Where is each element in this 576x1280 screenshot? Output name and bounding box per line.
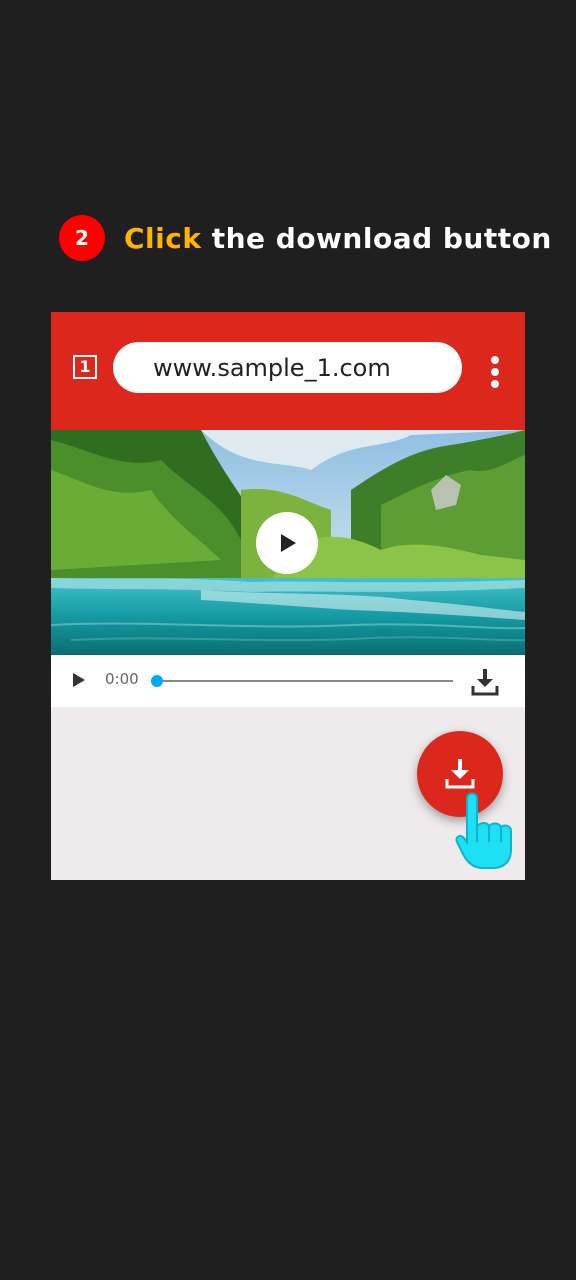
more-vert-icon[interactable] — [487, 356, 503, 388]
tabs-icon[interactable]: 1 — [73, 355, 97, 379]
video-play-button[interactable] — [256, 512, 318, 574]
current-time: 0:00 — [105, 670, 139, 688]
download-icon[interactable] — [471, 667, 499, 697]
progress-knob[interactable] — [151, 675, 163, 687]
video-frame[interactable] — [51, 430, 525, 655]
progress-track[interactable] — [156, 680, 453, 682]
tab-count: 1 — [79, 357, 91, 376]
step-instruction: 2 Click the download button — [59, 214, 552, 262]
step-highlight: Click — [124, 221, 202, 255]
pointing-hand-icon — [455, 792, 512, 869]
download-icon — [445, 759, 475, 789]
step-number-badge: 2 — [59, 215, 105, 261]
browser-toolbar: 1 www.sample_1.com — [51, 312, 525, 430]
address-bar[interactable]: www.sample_1.com — [113, 342, 462, 393]
step-rest: the download button — [201, 221, 552, 255]
step-text: Click the download button — [124, 222, 552, 255]
video-controls: 0:00 — [51, 655, 525, 707]
phone-mockup: 1 www.sample_1.com 0:00 — [51, 312, 525, 880]
play-icon[interactable] — [71, 671, 87, 689]
play-icon — [281, 534, 296, 552]
